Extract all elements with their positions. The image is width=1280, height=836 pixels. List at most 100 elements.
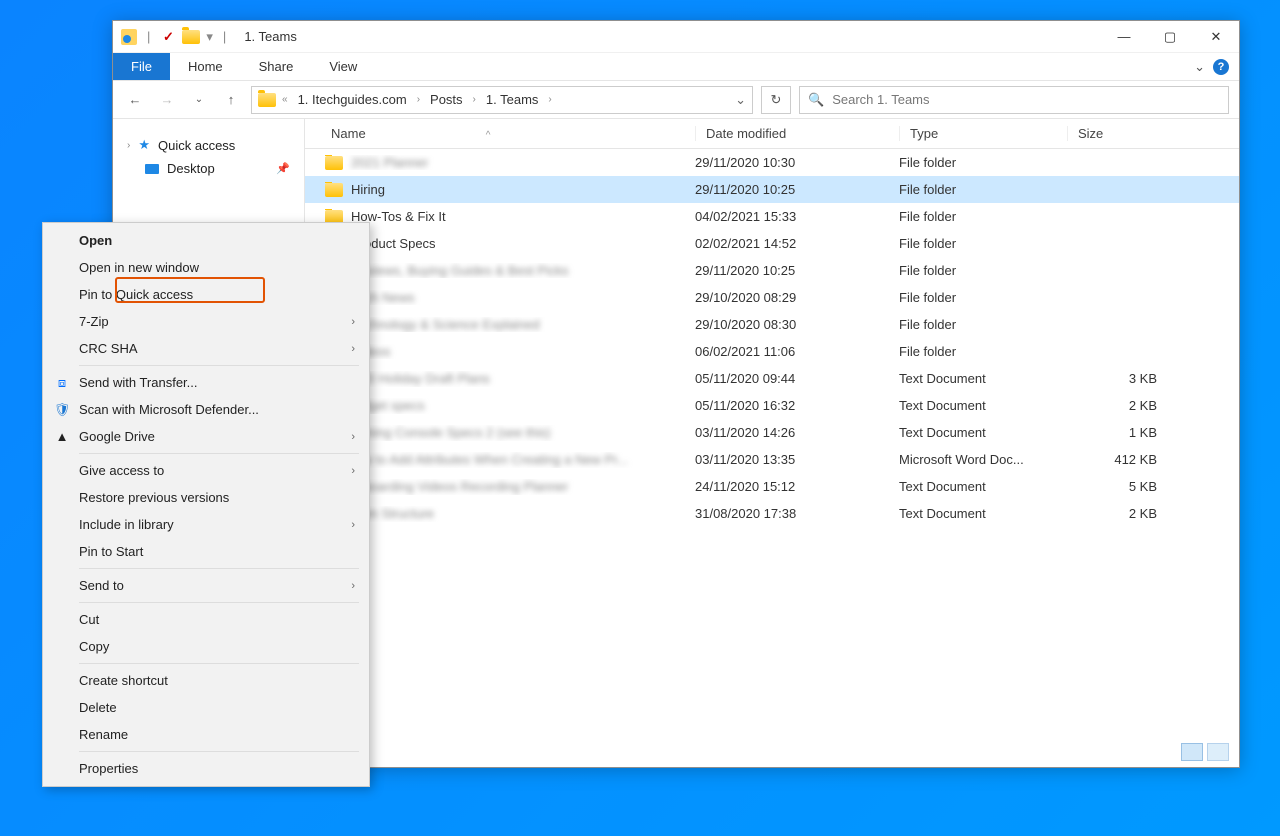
file-type: File folder — [899, 344, 1067, 359]
file-type: File folder — [899, 290, 1067, 305]
view-details-button[interactable] — [1181, 743, 1203, 761]
window-controls: — ▢ ✕ — [1101, 21, 1239, 53]
gdrive-icon: ▲ — [53, 428, 71, 446]
ribbon-collapse[interactable]: ⌄ — [1194, 59, 1205, 75]
file-type: File folder — [899, 236, 1067, 251]
file-date: 29/11/2020 10:25 — [695, 263, 899, 278]
ctx-pin-quick-access[interactable]: Pin to Quick access — [45, 281, 367, 308]
file-type: File folder — [899, 155, 1067, 170]
tab-file[interactable]: File — [113, 53, 170, 80]
file-date: 05/11/2020 16:32 — [695, 398, 899, 413]
nav-up[interactable]: ↑ — [219, 88, 243, 112]
file-type: File folder — [899, 209, 1067, 224]
file-size: 5 KB — [1067, 479, 1157, 494]
col-size[interactable]: Size — [1067, 126, 1173, 141]
file-row[interactable]: How to Add Attributes When Creating a Ne… — [305, 446, 1239, 473]
refresh-button[interactable]: ↻ — [761, 86, 791, 114]
col-name[interactable]: Name^ — [325, 126, 695, 141]
file-row[interactable]: 2020 Holiday Draft Plans05/11/2020 09:44… — [305, 365, 1239, 392]
address-folder-icon — [258, 93, 276, 107]
qat-check-icon[interactable]: ✓ — [160, 29, 176, 45]
file-row[interactable]: Tech News29/10/2020 08:29File folder — [305, 284, 1239, 311]
col-date[interactable]: Date modified — [695, 126, 899, 141]
file-row[interactable]: How-Tos & Fix It04/02/2021 15:33File fol… — [305, 203, 1239, 230]
file-type: File folder — [899, 263, 1067, 278]
minimize-button[interactable]: — — [1101, 21, 1147, 53]
ctx-gdrive[interactable]: ▲ Google Drive› — [45, 423, 367, 450]
address-dropdown[interactable]: ⌄ — [735, 92, 746, 108]
ctx-sep — [79, 663, 359, 664]
explorer-icon — [121, 29, 137, 45]
search-icon: 🔍 — [808, 92, 824, 108]
ctx-give-access[interactable]: Give access to› — [45, 457, 367, 484]
nav-forward[interactable]: → — [155, 88, 179, 112]
file-row[interactable]: Hiring29/11/2020 10:25File folder — [305, 176, 1239, 203]
ctx-cut[interactable]: Cut — [45, 606, 367, 633]
ctx-restore[interactable]: Restore previous versions — [45, 484, 367, 511]
nav-back[interactable]: ← — [123, 88, 147, 112]
ctx-pin-start[interactable]: Pin to Start — [45, 538, 367, 565]
file-icon — [325, 183, 343, 197]
file-name: Reviews, Buying Guides & Best Picks — [351, 263, 568, 278]
file-row[interactable]: Videos06/02/2021 11:06File folder — [305, 338, 1239, 365]
ctx-crc-sha[interactable]: CRC SHA› — [45, 335, 367, 362]
ctx-delete[interactable]: Delete — [45, 694, 367, 721]
file-type: File folder — [899, 182, 1067, 197]
ctx-sep — [79, 602, 359, 603]
ctx-include-library[interactable]: Include in library› — [45, 511, 367, 538]
file-row[interactable]: Gaming Console Specs 2 (see this)03/11/2… — [305, 419, 1239, 446]
tab-share[interactable]: Share — [241, 53, 312, 80]
help-icon[interactable]: ? — [1213, 59, 1229, 75]
sidebar-desktop[interactable]: Desktop 📌 — [113, 157, 304, 180]
file-row[interactable]: Team Structure31/08/2020 17:38Text Docum… — [305, 500, 1239, 527]
chevron-right-icon: › — [127, 140, 130, 151]
ctx-sep — [79, 751, 359, 752]
column-headers: Name^ Date modified Type Size — [305, 119, 1239, 149]
ctx-copy[interactable]: Copy — [45, 633, 367, 660]
search-box[interactable]: 🔍 Search 1. Teams — [799, 86, 1229, 114]
file-row[interactable]: 2021 Planner29/11/2020 10:30File folder — [305, 149, 1239, 176]
file-list-pane: Name^ Date modified Type Size 2021 Plann… — [305, 119, 1239, 767]
file-size: 3 KB — [1067, 371, 1157, 386]
tab-view[interactable]: View — [311, 53, 375, 80]
context-menu: Open Open in new window Pin to Quick acc… — [42, 222, 370, 787]
close-button[interactable]: ✕ — [1193, 21, 1239, 53]
breadcrumb-2[interactable]: 1. Teams — [482, 90, 543, 109]
ctx-send-transfer[interactable]: ⧈ Send with Transfer... — [45, 369, 367, 396]
file-row[interactable]: Budget specs05/11/2020 16:32Text Documen… — [305, 392, 1239, 419]
qat-folder-icon[interactable] — [182, 30, 200, 44]
address-bar[interactable]: « 1. Itechguides.com › Posts › 1. Teams … — [251, 86, 753, 114]
ctx-rename[interactable]: Rename — [45, 721, 367, 748]
file-type: Text Document — [899, 479, 1067, 494]
file-row[interactable]: Reviews, Buying Guides & Best Picks 29/11… — [305, 257, 1239, 284]
file-date: 31/08/2020 17:38 — [695, 506, 899, 521]
ctx-send-to[interactable]: Send to› — [45, 572, 367, 599]
sidebar-quick-access-label: Quick access — [158, 138, 235, 153]
nav-history-dropdown[interactable]: ⌄ — [187, 88, 211, 112]
ctx-open[interactable]: Open — [45, 227, 367, 254]
ctx-create-shortcut[interactable]: Create shortcut — [45, 667, 367, 694]
tab-home[interactable]: Home — [170, 53, 241, 80]
breadcrumb-0[interactable]: 1. Itechguides.com — [294, 90, 411, 109]
ribbon-tabs: File Home Share View ⌄ ? — [113, 53, 1239, 81]
file-type: Text Document — [899, 371, 1067, 386]
breadcrumb-1[interactable]: Posts — [426, 90, 467, 109]
navbar: ← → ⌄ ↑ « 1. Itechguides.com › Posts › 1… — [113, 81, 1239, 119]
ctx-defender[interactable]: 🛡 Scan with Microsoft Defender... — [45, 396, 367, 423]
file-row[interactable]: Technology & Science Explained29/10/2020… — [305, 311, 1239, 338]
file-row[interactable]: Onboarding Videos Recording Planner24/11… — [305, 473, 1239, 500]
ctx-open-new-window[interactable]: Open in new window — [45, 254, 367, 281]
ctx-7zip[interactable]: 7-Zip› — [45, 308, 367, 335]
file-name: Gaming Console Specs 2 (see this) — [346, 425, 550, 440]
titlebar: | ✓ ▾ | 1. Teams — ▢ ✕ — [113, 21, 1239, 53]
sidebar-desktop-label: Desktop — [167, 161, 215, 176]
file-row[interactable]: Product Specs02/02/2021 14:52File folder — [305, 230, 1239, 257]
qat-dropdown[interactable]: ▾ — [206, 29, 213, 45]
file-type: Microsoft Word Doc... — [899, 452, 1067, 467]
ctx-properties[interactable]: Properties — [45, 755, 367, 782]
sidebar-quick-access[interactable]: › ★ Quick access — [113, 133, 304, 157]
view-icons-button[interactable] — [1207, 743, 1229, 761]
maximize-button[interactable]: ▢ — [1147, 21, 1193, 53]
col-type[interactable]: Type — [899, 126, 1067, 141]
ctx-sep — [79, 568, 359, 569]
